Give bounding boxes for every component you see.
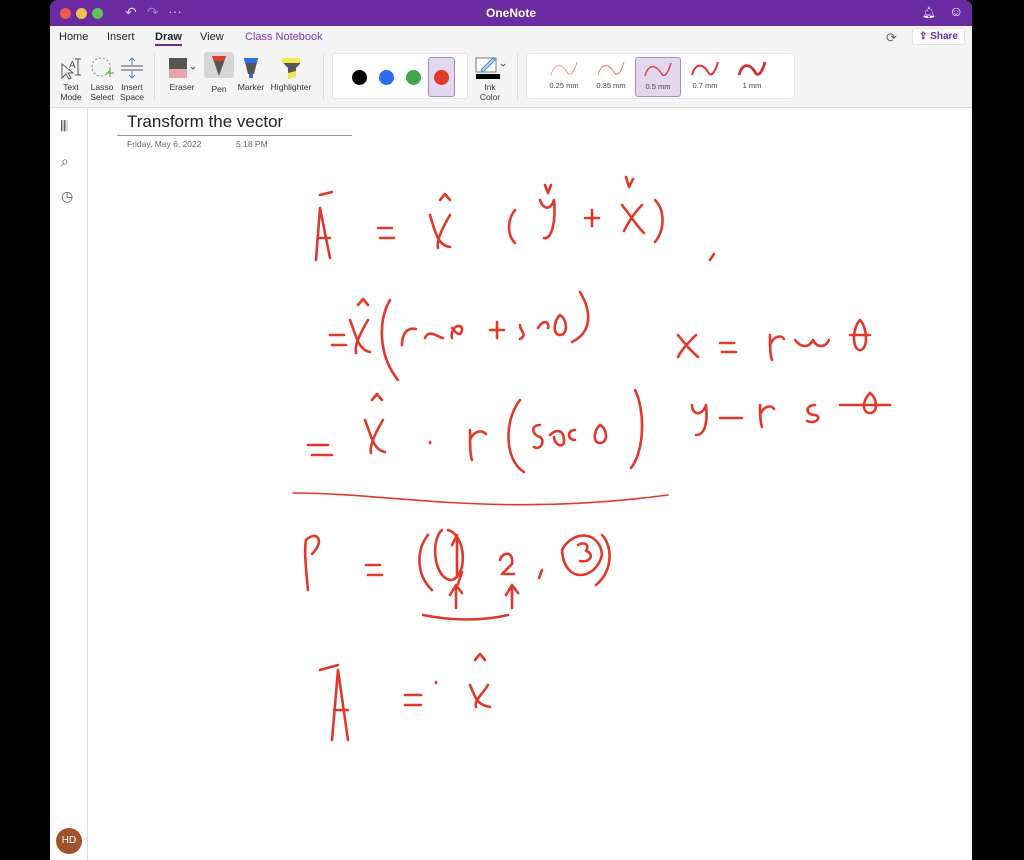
ink-line-3	[306, 388, 892, 474]
onenote-window: ↶ ↷ ··· OneNote 🔔︎ ☺ Home Insert Draw Vi…	[50, 0, 972, 860]
ink-line-1	[314, 175, 716, 262]
ink-line-4	[303, 528, 611, 621]
handwritten-ink[interactable]	[50, 0, 972, 860]
ink-divider	[292, 492, 669, 506]
ink-line-2	[328, 290, 872, 382]
ink-line-5	[318, 652, 492, 742]
